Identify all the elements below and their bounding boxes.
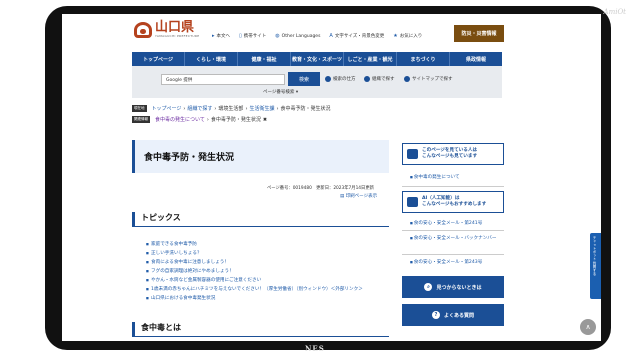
- topics-heading: トピックス: [132, 212, 389, 227]
- reading-icon: ▸: [212, 33, 215, 39]
- topics-list: 家庭できる食中毒予防 正しい手洗いしちょる？ 食肉による食中毒に注意しましょう！…: [146, 240, 386, 303]
- breadcrumb-tag: 現在地: [132, 105, 147, 112]
- star-icon: ★: [393, 33, 398, 39]
- prefecture-emblem-icon: [134, 22, 152, 38]
- org-icon: [364, 76, 370, 82]
- skip-to-content-link[interactable]: ▸ 本文へ: [212, 33, 230, 39]
- site-header: 山口県 YAMAGUCHI PREFECTURE ▸ 本文へ ▯ 携帯サイト ◍ Ot…: [62, 14, 601, 48]
- search-button[interactable]: 検索: [288, 72, 320, 86]
- faq-button[interactable]: ? よくある質問: [402, 304, 504, 326]
- nav-top[interactable]: トップページ: [132, 52, 185, 66]
- topic-link[interactable]: やかん・水筒など金属製容器の使用にご注意ください: [146, 276, 386, 285]
- topic-link[interactable]: 家庭できる食中毒予防: [146, 240, 386, 249]
- divider: [402, 186, 504, 187]
- main-nav: トップページ くらし・環境 健康・福祉 教育・文化・スポーツ しごと・産業・観光…: [132, 52, 502, 66]
- divider: [402, 254, 504, 255]
- search-icon: ⌕: [424, 283, 433, 291]
- text-size-icon: A: [329, 33, 333, 39]
- breadcrumb-item[interactable]: 組織で探す: [187, 105, 212, 112]
- disaster-info-button[interactable]: 防災・災害情報: [454, 25, 504, 42]
- chatbot-tab[interactable]: チャットボット 質問する: [590, 233, 601, 299]
- watermark: AmiOt: [603, 8, 626, 16]
- monitor-brand: NES: [305, 344, 325, 353]
- page-title: 食中毒予防・発生状況: [132, 140, 389, 173]
- breadcrumb-item[interactable]: トップページ: [152, 105, 182, 112]
- breadcrumb-item[interactable]: 環境生活部: [218, 105, 243, 112]
- question-icon: ?: [431, 311, 440, 319]
- nav-work[interactable]: しごと・産業・観光: [344, 52, 397, 66]
- ai-link[interactable]: 食の安心・安全メール・第241号: [410, 220, 502, 227]
- print-link[interactable]: ▤ 印刷ページ表示: [340, 193, 377, 199]
- related-breadcrumb: 関連情報 食中毒の発生について › 食中毒予防・発生状況 ✖: [132, 116, 268, 123]
- search-area: Google 提供 検索 検索の仕方 組織で探す サイトマップで探す ページ番号…: [132, 66, 502, 98]
- topic-link[interactable]: フグの自家調理は絶対にやめましょう！: [146, 267, 386, 276]
- sitemap-link[interactable]: サイトマップで探す: [404, 76, 453, 82]
- site-logo[interactable]: 山口県 YAMAGUCHI PREFECTURE: [134, 20, 200, 38]
- about-heading: 食中毒とは: [132, 322, 389, 337]
- nav-government[interactable]: 県政情報: [450, 52, 502, 66]
- scroll-to-top-button[interactable]: ∧: [580, 319, 596, 335]
- related-current: 食中毒予防・発生状況: [210, 117, 261, 123]
- related-tag: 関連情報: [132, 116, 150, 123]
- favorites-link[interactable]: ★ お気に入り: [393, 33, 422, 39]
- ai-link[interactable]: 食の安心・安全メール・バックナンバー: [410, 235, 502, 242]
- languages-link[interactable]: ◍ Other Languages: [275, 33, 320, 39]
- logo-text: 山口県: [155, 20, 195, 35]
- text-size-link[interactable]: A 文字サイズ・背景色変更: [329, 33, 384, 39]
- people-icon: [407, 149, 418, 159]
- ai-icon: [407, 197, 418, 207]
- globe-icon: ◍: [275, 33, 280, 39]
- related-page-link[interactable]: 食中毒の発生について: [410, 174, 502, 181]
- page-number-search[interactable]: ページ番号検索 ▾: [263, 89, 298, 95]
- org-search-link[interactable]: 組織で探す: [364, 76, 395, 82]
- ai-recommend-box: AI（人工知能）は こんなページもおすすめします: [402, 191, 504, 213]
- related-pages-box: このページを見ている人は こんなページも見ています: [402, 143, 504, 165]
- nav-town[interactable]: まちづくり: [397, 52, 450, 66]
- topic-link[interactable]: 正しい手洗いしちょる？: [146, 249, 386, 258]
- ai-link[interactable]: 食の安心・安全メール・第243号: [410, 259, 502, 266]
- mobile-site-link[interactable]: ▯ 携帯サイト: [239, 33, 266, 39]
- page-meta: ページ番号：0019480 更新日：2023年7月14日更新: [267, 186, 374, 191]
- help-icon: [325, 76, 331, 82]
- sitemap-icon: [404, 76, 410, 82]
- nav-living[interactable]: くらし・環境: [185, 52, 238, 66]
- nav-health[interactable]: 健康・福祉: [238, 52, 291, 66]
- divider: [402, 230, 504, 231]
- search-input[interactable]: Google 提供: [161, 74, 285, 85]
- related-pages-label: このページを見ている人は こんなページも見ています: [422, 148, 478, 159]
- ai-recommend-label: AI（人工知能）は こんなページもおすすめします: [422, 196, 487, 207]
- not-found-button[interactable]: ⌕ 見つからないときは: [402, 276, 504, 298]
- topic-link[interactable]: 1歳未満の赤ちゃんにハチミツを与えないでください！（厚生労働省）（別ウィンドウ）…: [146, 285, 386, 294]
- close-icon[interactable]: ✖: [263, 117, 267, 123]
- breadcrumb: 現在地 トップページ › 組織で探す › 環境生活部 › 生活衛生課 › 食中毒予防・発…: [132, 105, 331, 112]
- browser-screen: 山口県 YAMAGUCHI PREFECTURE ▸ 本文へ ▯ 携帯サイト ◍ Ot…: [62, 14, 601, 341]
- search-help-link[interactable]: 検索の仕方: [325, 76, 356, 82]
- related-item[interactable]: 食中毒の発生について: [155, 116, 205, 123]
- topic-link[interactable]: 食肉による食中毒に注意しましょう！: [146, 258, 386, 267]
- mobile-icon: ▯: [239, 33, 242, 39]
- breadcrumb-item[interactable]: 生活衛生課: [249, 105, 274, 112]
- logo-subtext: YAMAGUCHI PREFECTURE: [155, 34, 200, 38]
- topic-link[interactable]: 山口県における食中毒発生状況: [146, 294, 386, 303]
- utility-links: ▸ 本文へ ▯ 携帯サイト ◍ Other Languages A 文字サイズ・背景色変…: [212, 33, 422, 39]
- nav-education[interactable]: 教育・文化・スポーツ: [291, 52, 344, 66]
- breadcrumb-current: 食中毒予防・発生状況: [280, 106, 331, 112]
